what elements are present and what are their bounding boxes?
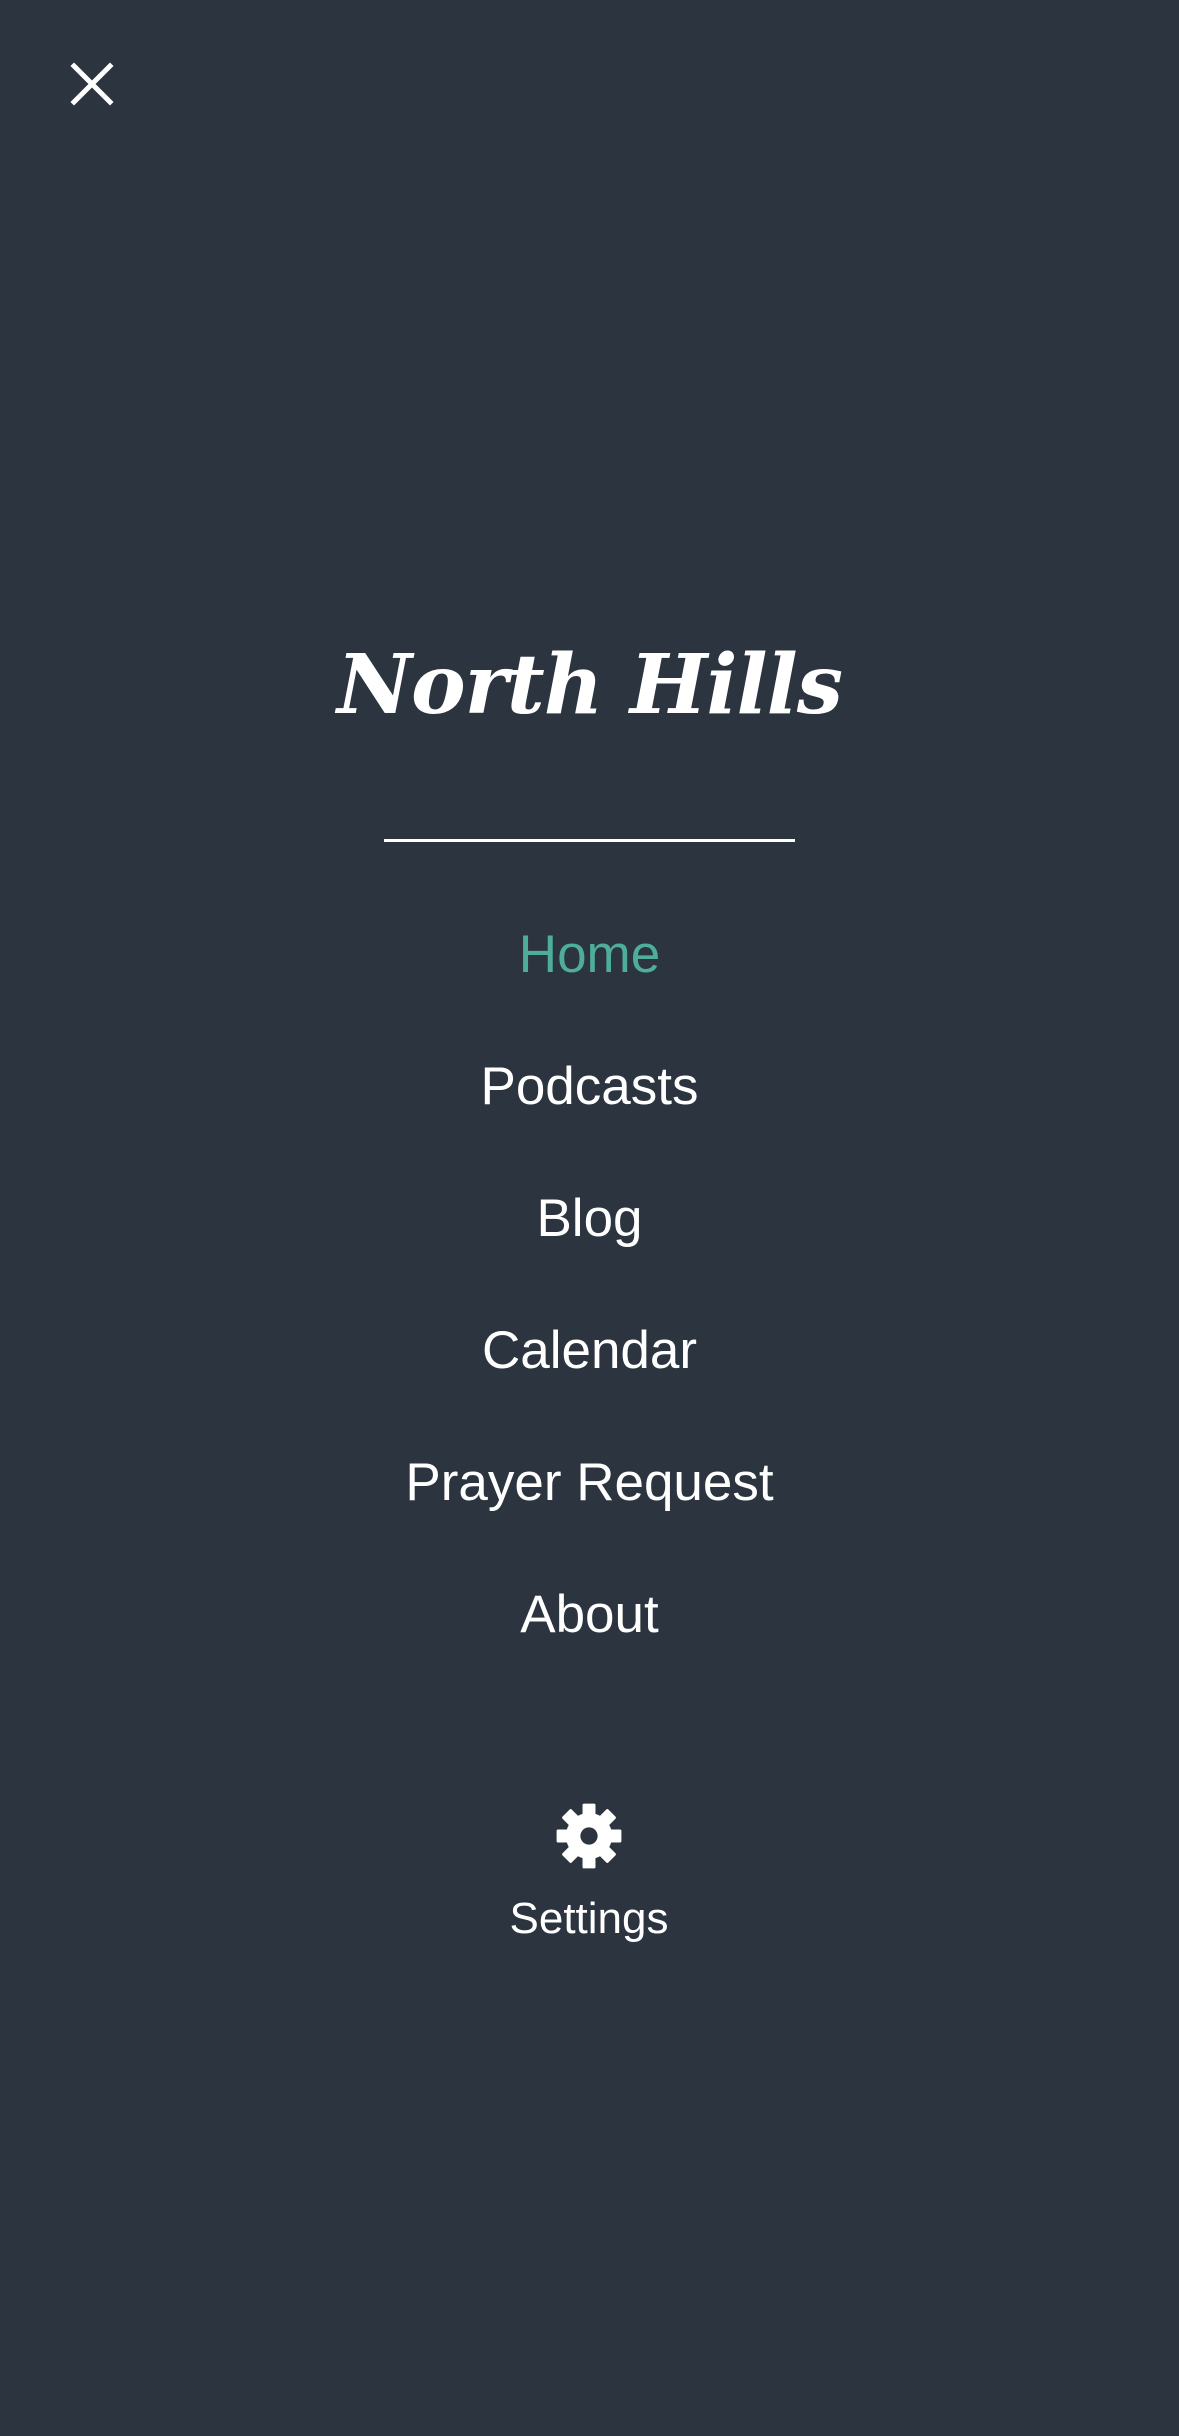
nav-item-home[interactable]: Home (0, 888, 1179, 1020)
settings-label: Settings (509, 1894, 669, 1943)
logo: North Hills (337, 637, 843, 733)
nav-item-blog[interactable]: Blog (0, 1152, 1179, 1284)
close-icon (68, 60, 116, 108)
gear-icon (553, 1800, 625, 1872)
nav-menu: Home Podcasts Blog Calendar Prayer Reque… (0, 888, 1179, 1680)
nav-item-prayer-request[interactable]: Prayer Request (0, 1416, 1179, 1548)
divider (384, 839, 795, 842)
nav-item-calendar[interactable]: Calendar (0, 1284, 1179, 1416)
close-button[interactable] (56, 48, 128, 120)
settings-button[interactable]: Settings (439, 1800, 739, 2000)
nav-item-podcasts[interactable]: Podcasts (0, 1020, 1179, 1152)
nav-item-about[interactable]: About (0, 1548, 1179, 1680)
